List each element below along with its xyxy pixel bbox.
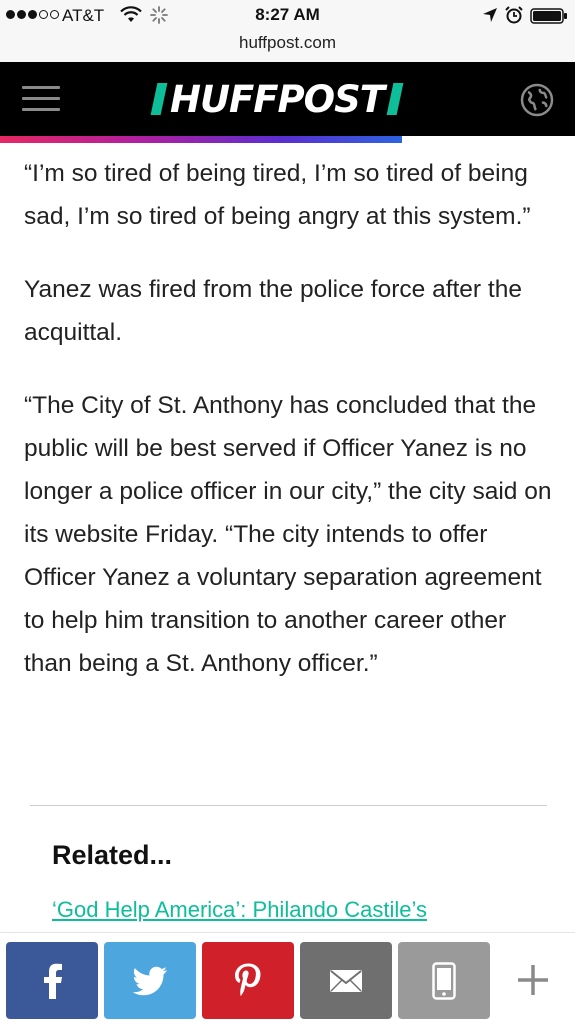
logo-text: HUFFPOST — [170, 77, 385, 121]
article-paragraph: Yanez was fired from the police force af… — [24, 276, 522, 346]
facebook-share-button[interactable] — [6, 942, 98, 1019]
section-divider — [30, 805, 547, 806]
status-row: AT&T 8:27 AM — [0, 4, 575, 28]
facebook-icon — [44, 963, 62, 999]
battery-icon — [530, 8, 567, 24]
sms-share-button[interactable] — [398, 942, 490, 1019]
menu-icon[interactable] — [22, 86, 60, 112]
pinterest-share-button[interactable] — [202, 942, 294, 1019]
email-share-button[interactable] — [300, 942, 392, 1019]
plus-icon[interactable] — [508, 955, 558, 1005]
huffpost-logo[interactable]: HUFFPOST — [150, 76, 404, 122]
address-bar-url[interactable]: huffpost.com — [0, 33, 575, 53]
location-arrow-icon — [483, 8, 497, 22]
phone-icon — [432, 961, 456, 1000]
status-bar: AT&T 8:27 AM huffpost.com — [0, 0, 575, 62]
twitter-icon — [132, 966, 167, 995]
article-paragraph: “I’m so tired of being tired, I’m so tir… — [24, 160, 531, 230]
share-bar — [0, 932, 575, 1024]
envelope-icon — [330, 969, 362, 992]
related-heading: Related... — [52, 840, 173, 870]
article-body: “I’m so tired of being tired, I’m so tir… — [24, 152, 559, 715]
article-paragraph: “The City of St. Anthony has concluded t… — [24, 392, 552, 677]
logo-bar-left — [150, 83, 168, 115]
progress-gradient-bar — [0, 136, 402, 143]
twitter-share-button[interactable] — [104, 942, 196, 1019]
site-header: HUFFPOST — [0, 62, 575, 136]
logo-bar-right — [386, 83, 404, 115]
globe-icon[interactable] — [520, 83, 554, 117]
alarm-clock-icon — [505, 6, 523, 24]
pinterest-icon — [235, 963, 261, 996]
